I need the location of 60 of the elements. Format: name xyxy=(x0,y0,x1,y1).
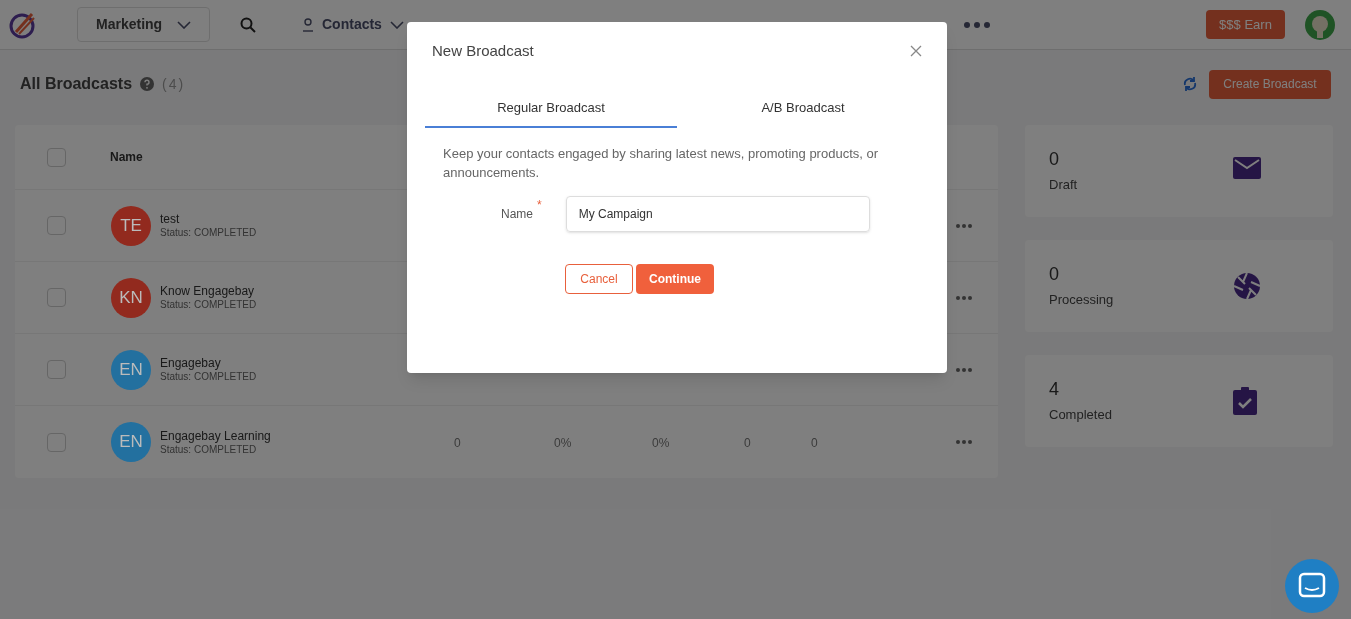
help-icon[interactable] xyxy=(140,77,155,91)
broadcast-name[interactable]: Engagebay Learning xyxy=(160,428,271,444)
name-label: Name xyxy=(501,205,533,223)
chat-icon[interactable] xyxy=(1285,559,1339,613)
table-cell-text: 0 xyxy=(811,435,818,452)
stat-value: 0 xyxy=(1049,263,1060,286)
create-broadcast-button[interactable]: Create Broadcast xyxy=(1209,69,1331,99)
broadcast-status: Status: COMPLETED xyxy=(160,371,257,383)
broadcast-name[interactable]: Engagebay xyxy=(160,356,221,371)
initials-avatar: EN xyxy=(111,422,151,462)
row-checkbox[interactable] xyxy=(47,216,66,235)
stat-value: 4 xyxy=(1049,378,1060,401)
stat-label: Draft xyxy=(1049,176,1079,194)
broadcast-status: Status: COMPLETED xyxy=(160,299,257,311)
stat-label: Processing xyxy=(1049,291,1115,309)
table-cell-text: 0% xyxy=(652,435,670,452)
more-icon[interactable] xyxy=(956,295,972,300)
avatar-icon[interactable] xyxy=(1305,9,1335,40)
row-checkbox[interactable] xyxy=(47,360,66,379)
select-all-checkbox[interactable] xyxy=(47,147,66,167)
refresh-icon[interactable] xyxy=(1183,76,1197,92)
name-input[interactable]: My Campaign xyxy=(565,195,870,232)
search-icon[interactable] xyxy=(240,16,256,33)
earn-button[interactable]: $$$ Earn xyxy=(1206,10,1285,39)
close-icon[interactable] xyxy=(910,45,922,58)
continue-button[interactable]: Continue xyxy=(636,263,714,294)
clipboard-check-icon xyxy=(1233,387,1257,415)
broadcast-name[interactable]: Know Engagebay xyxy=(160,284,255,299)
nav-link[interactable]: Contacts xyxy=(302,14,404,35)
more-icon[interactable] xyxy=(956,367,972,372)
table-cell-text: 0% xyxy=(554,435,572,452)
more-icon[interactable] xyxy=(956,223,972,228)
cancel-button[interactable]: Cancel xyxy=(565,263,633,294)
initials-avatar: EN xyxy=(111,349,151,390)
person-icon xyxy=(302,17,314,32)
dialog-tab[interactable]: Regular Broadcast xyxy=(425,89,677,128)
initials-avatar: KN xyxy=(111,277,151,318)
dialog-tab[interactable]: A/B Broadcast xyxy=(677,89,929,128)
row-checkbox[interactable] xyxy=(47,432,66,452)
more-icon[interactable] xyxy=(963,21,990,28)
aperture-icon xyxy=(1233,272,1261,300)
chevron-icon xyxy=(177,20,191,29)
table-cell-text: 0 xyxy=(744,435,751,452)
chevron-icon xyxy=(389,20,404,29)
column-header: Name xyxy=(110,149,143,166)
table-cell-text: 0 xyxy=(454,435,461,452)
broadcast-name[interactable]: test xyxy=(160,212,180,227)
envelope-icon xyxy=(1233,157,1261,179)
stat-value: 0 xyxy=(1049,148,1060,171)
dialog-description: Keep your contacts engaged by sharing latest news, promoting products, or announcements. xyxy=(443,144,880,182)
more-icon[interactable] xyxy=(956,440,972,444)
stat-label: Completed xyxy=(1049,406,1113,424)
workspace-dropdown[interactable]: Marketing xyxy=(77,7,210,42)
broadcast-status: Status: COMPLETED xyxy=(160,443,257,456)
row-checkbox[interactable] xyxy=(47,288,66,307)
initials-avatar: TE xyxy=(111,205,151,246)
required-mark: * xyxy=(537,196,542,214)
broadcast-status: Status: COMPLETED xyxy=(160,227,257,239)
page-title: All Broadcasts xyxy=(20,74,133,94)
dialog-title: New Broadcast xyxy=(432,41,534,61)
